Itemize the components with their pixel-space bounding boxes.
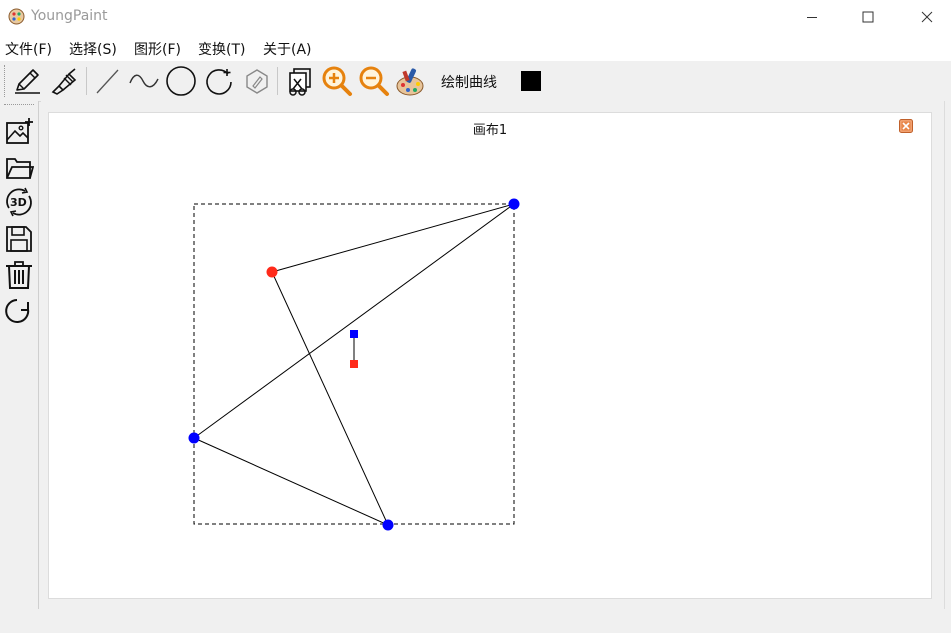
maximize-icon: [862, 11, 874, 22]
title-bar: YoungPaint: [0, 0, 951, 33]
polygon-icon: [245, 68, 268, 94]
toolbar-grip[interactable]: [4, 65, 7, 97]
rotate-circle-tool-button[interactable]: [202, 64, 235, 97]
current-mode-label: 绘制曲线: [441, 75, 497, 91]
pencil-tool-button[interactable]: [10, 64, 43, 97]
control-point-blue[interactable]: [382, 519, 394, 531]
vertical-scrollbar[interactable]: [944, 101, 951, 609]
drawing-canvas[interactable]: [49, 140, 931, 598]
window-title: YoungPaint: [31, 8, 108, 24]
control-point-red[interactable]: [266, 266, 278, 278]
line-icon: [96, 69, 118, 93]
crop-icon: [288, 67, 311, 96]
canvas-window: 画布1: [48, 112, 932, 599]
center-handle-red[interactable]: [350, 360, 358, 368]
open-folder-icon: [5, 157, 34, 179]
new-image-button[interactable]: [2, 114, 35, 147]
rotation-handle-blue[interactable]: [350, 330, 358, 338]
new-image-icon: [5, 117, 33, 144]
control-point-blue[interactable]: [188, 432, 200, 444]
app-logo-icon: [8, 8, 25, 25]
canvas-window-titlebar[interactable]: 画布1: [49, 113, 931, 140]
menu-file[interactable]: 文件(F): [5, 39, 52, 59]
curve-segment[interactable]: [193, 203, 515, 439]
circle-icon: [165, 65, 196, 96]
palette-icon: [396, 67, 423, 95]
toolbar-separator: [86, 67, 87, 95]
line-tool-button[interactable]: [90, 64, 123, 97]
circle-tool-button[interactable]: [164, 64, 197, 97]
curve-icon: [128, 74, 159, 87]
close-button[interactable]: [904, 0, 950, 33]
current-color-swatch[interactable]: [521, 71, 541, 91]
control-point-blue[interactable]: [508, 198, 520, 210]
menu-select[interactable]: 选择(S): [69, 39, 117, 59]
rotate-circle-icon: [205, 68, 232, 95]
palette-button[interactable]: [394, 64, 427, 97]
minimize-button[interactable]: [789, 0, 835, 33]
zoom-in-button[interactable]: [320, 64, 353, 97]
redo-button[interactable]: [2, 294, 35, 327]
menu-bar: 文件(F) 选择(S) 图形(F) 变换(T) 关于(A): [0, 33, 951, 61]
menu-about[interactable]: 关于(A): [263, 39, 312, 59]
canvas-window-title: 画布1: [472, 123, 508, 138]
brush-icon: [51, 67, 76, 95]
brush-tool-button[interactable]: [47, 64, 80, 97]
sidebar-grip[interactable]: [4, 104, 34, 107]
toolbar-separator: [277, 67, 278, 95]
redo-icon: [4, 298, 29, 323]
close-canvas-icon[interactable]: [899, 119, 913, 133]
3d-rotate-button[interactable]: 3D: [2, 185, 35, 218]
curve-segment[interactable]: [271, 271, 389, 526]
polygon-tool-button[interactable]: [240, 64, 273, 97]
3d-rotate-icon: 3D: [5, 187, 32, 216]
zoom-in-icon: [322, 66, 352, 96]
curve-segment[interactable]: [271, 203, 515, 273]
menu-shape[interactable]: 图形(F): [134, 39, 181, 59]
open-file-button[interactable]: [2, 150, 35, 183]
curve-segment[interactable]: [193, 437, 389, 526]
toolbar: 绘制曲线: [0, 61, 951, 102]
status-bar: [0, 609, 951, 633]
delete-button[interactable]: [2, 258, 35, 291]
side-toolbar: 3D: [0, 101, 39, 609]
pencil-icon: [14, 68, 40, 94]
curve-tool-button[interactable]: [127, 64, 160, 97]
svg-text:3D: 3D: [10, 196, 27, 209]
maximize-button[interactable]: [845, 0, 891, 33]
save-icon: [5, 225, 32, 252]
crop-tool-button[interactable]: [282, 64, 315, 97]
menu-transform[interactable]: 变换(T): [198, 39, 245, 59]
trash-icon: [5, 260, 32, 289]
zoom-out-icon: [359, 66, 389, 96]
zoom-out-button[interactable]: [357, 64, 390, 97]
save-button[interactable]: [2, 222, 35, 255]
minimize-icon: [807, 16, 817, 18]
close-icon: [921, 11, 933, 22]
